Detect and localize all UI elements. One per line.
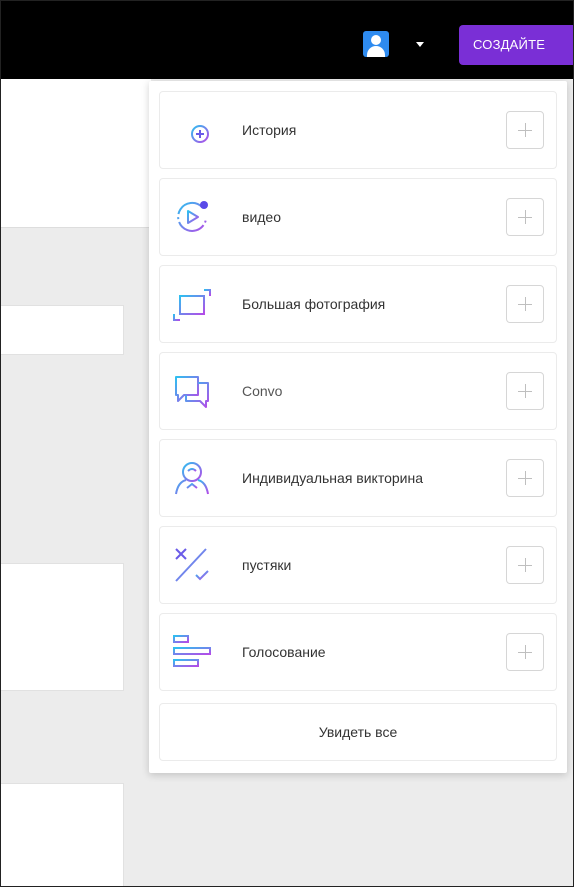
poll-icon bbox=[173, 635, 211, 667]
menu-item-personality-quiz[interactable]: Индивидуальная викторина bbox=[159, 439, 557, 517]
menu-item-label: Большая фотография bbox=[242, 296, 386, 312]
menu-item-label: История bbox=[242, 122, 297, 138]
add-trivia-button[interactable] bbox=[506, 546, 544, 584]
trivia-icon bbox=[175, 548, 209, 582]
add-poll-button[interactable] bbox=[506, 633, 544, 671]
menu-item-label: пустяки bbox=[242, 557, 292, 573]
menu-item-label: Convo bbox=[242, 383, 283, 399]
menu-item-big-photo[interactable]: Большая фотография bbox=[159, 265, 557, 343]
add-story-button[interactable] bbox=[506, 111, 544, 149]
background-input[interactable] bbox=[1, 305, 124, 355]
avatar-body bbox=[367, 46, 385, 57]
add-big-photo-button[interactable] bbox=[506, 285, 544, 323]
story-icon bbox=[174, 119, 210, 143]
add-personality-quiz-button[interactable] bbox=[506, 459, 544, 497]
personality-quiz-icon bbox=[175, 462, 209, 495]
menu-item-convo[interactable]: Convo bbox=[159, 352, 557, 430]
menu-item-trivia[interactable]: пустяки bbox=[159, 526, 557, 604]
background-card bbox=[1, 563, 124, 691]
background-header-panel bbox=[1, 79, 151, 227]
menu-item-label: Индивидуальная викторина bbox=[242, 470, 423, 486]
chat-icon bbox=[175, 376, 209, 408]
add-video-button[interactable] bbox=[506, 198, 544, 236]
menu-item-video[interactable]: видео bbox=[159, 178, 557, 256]
caret-down-icon[interactable] bbox=[416, 42, 424, 47]
add-convo-button[interactable] bbox=[506, 372, 544, 410]
background-right-area bbox=[567, 79, 573, 886]
avatar-head bbox=[371, 35, 381, 45]
create-button[interactable]: СОЗДАЙТЕ bbox=[459, 25, 573, 65]
background-card bbox=[1, 783, 124, 886]
menu-item-poll[interactable]: Голосование bbox=[159, 613, 557, 691]
create-dropdown-menu: История видео Большая фотография Convo И… bbox=[149, 81, 567, 773]
top-navigation-bar: СОЗДАЙТЕ bbox=[1, 1, 573, 79]
see-all-button[interactable]: Увидеть все bbox=[159, 703, 557, 761]
big-photo-icon bbox=[173, 289, 211, 321]
user-avatar-icon[interactable] bbox=[363, 31, 389, 57]
app-frame: СОЗДАЙТЕ История видео Большая фотографи… bbox=[0, 0, 574, 887]
menu-item-label: Голосование bbox=[242, 644, 326, 660]
video-icon bbox=[177, 201, 208, 232]
divider bbox=[1, 227, 151, 228]
menu-item-story[interactable]: История bbox=[159, 91, 557, 169]
menu-item-label: видео bbox=[242, 209, 281, 225]
